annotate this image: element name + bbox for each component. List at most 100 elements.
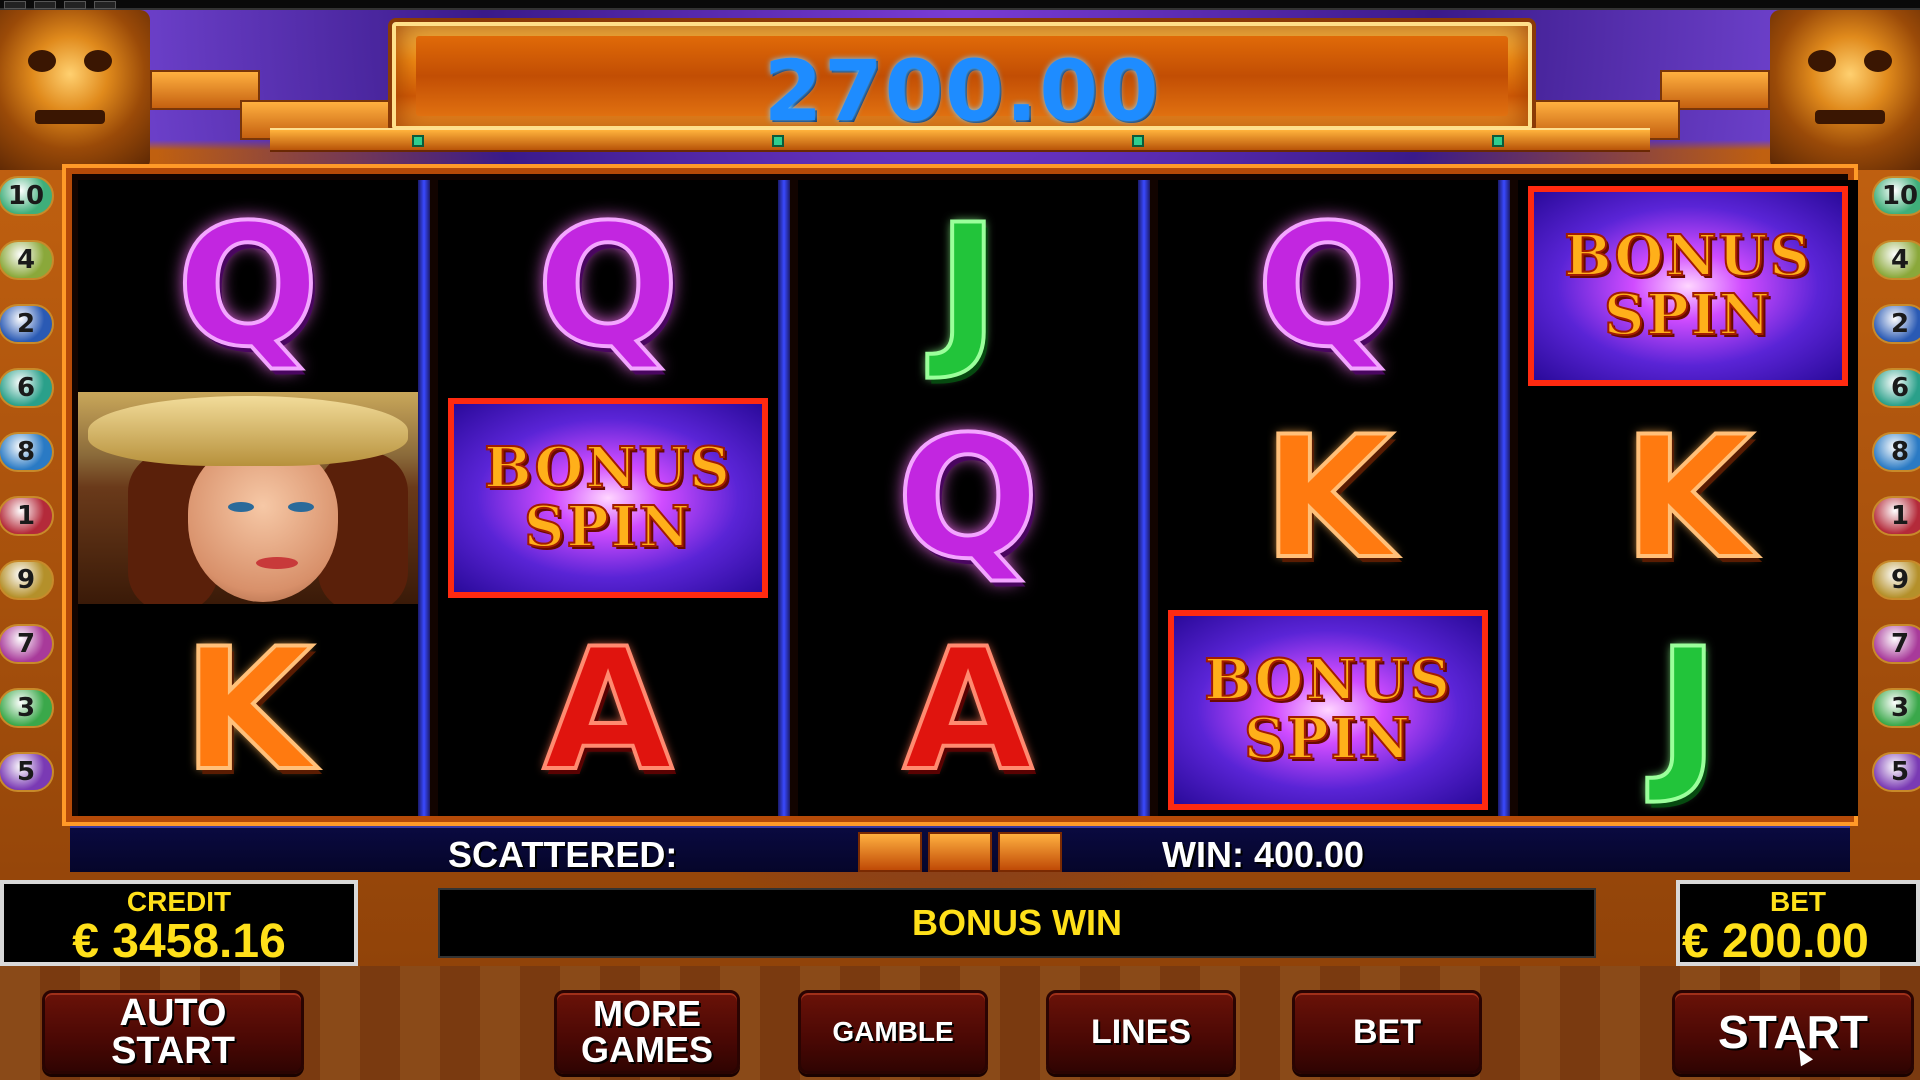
payline-number: 3 [1872, 688, 1920, 728]
card-symbol-k: K [181, 612, 315, 808]
reel-5: BONUS SPIN K J [1518, 180, 1858, 816]
card-symbol-j: J [935, 188, 1001, 384]
statue-eye [1808, 50, 1836, 72]
reel-cell: Q [438, 180, 778, 392]
reel-cell: J [1518, 604, 1858, 816]
bonus-symbol-line1: BONUS [1563, 223, 1812, 290]
reel-2: Q BONUS SPIN A [438, 180, 778, 816]
payline-number: 3 [0, 688, 54, 728]
scattered-label: SCATTERED: [448, 834, 678, 875]
system-icon [64, 1, 86, 9]
reel-cell: BONUS SPIN [438, 392, 778, 604]
bet-value: € 200.00 [1682, 915, 1869, 968]
reel-separator [418, 180, 430, 816]
scatter-icon [928, 832, 992, 872]
card-symbol-a: A [901, 612, 1035, 808]
auto-start-label-line2: START [111, 1030, 235, 1072]
bet-button[interactable]: BET [1292, 990, 1482, 1074]
bonus-symbol-line1: BONUS [483, 435, 732, 502]
payline-number: 5 [1872, 752, 1920, 792]
bonus-symbol-line2: SPIN [1603, 282, 1772, 348]
ledge-gem [772, 135, 784, 147]
gamble-button[interactable]: GAMBLE [798, 990, 988, 1074]
card-symbol-a: A [541, 612, 675, 808]
portrait-part [188, 442, 338, 602]
reel-cell: Q [1158, 180, 1498, 392]
portrait-part [256, 557, 298, 569]
jackpot-display: 2700.00 [392, 22, 1532, 140]
auto-start-label-line1: AUTO [119, 992, 227, 1034]
payline-number: 8 [0, 432, 54, 472]
payline-number: 7 [1872, 624, 1920, 664]
system-icon [34, 1, 56, 9]
reel-cell: K [1518, 392, 1858, 604]
bonus-spin-symbol: BONUS SPIN [448, 398, 768, 598]
bonus-spin-symbol: BONUS SPIN [1528, 186, 1848, 386]
gamble-label: GAMBLE [832, 1016, 954, 1047]
lines-label: LINES [1090, 1013, 1192, 1051]
statue-mouth [35, 110, 105, 124]
reel-cell [78, 392, 418, 604]
message-display: BONUS WIN [438, 888, 1596, 958]
card-symbol-q: Q [895, 400, 1042, 596]
payline-number: 6 [1872, 368, 1920, 408]
payline-number: 7 [0, 624, 54, 664]
payline-number: 10 [1872, 176, 1920, 216]
reel-4: Q K BONUS SPIN [1158, 180, 1498, 816]
card-symbol-k: K [1261, 400, 1395, 596]
slot-game-screen: 2700.00 Q K Q BONUS SPIN A J Q A Q K BONUS SPIN BONUS… [0, 0, 1920, 1080]
bonus-symbol-line1: BONUS [1203, 647, 1452, 714]
scatter-win-strip: SCATTERED: WIN: 400.00 [70, 826, 1850, 875]
reel-frame: Q K Q BONUS SPIN A J Q A Q K BONUS SPIN BONUS SPIN K J [66, 168, 1858, 822]
system-icon [94, 1, 116, 9]
reel-separator [1138, 180, 1150, 816]
payline-number: 5 [0, 752, 54, 792]
reel-cell: K [78, 604, 418, 816]
payline-number: 8 [1872, 432, 1920, 472]
aztec-statue-right [1770, 10, 1920, 170]
bonus-symbol-line2: SPIN [523, 494, 692, 560]
aztec-statue-left [0, 10, 150, 170]
ledge-gem [1492, 135, 1504, 147]
payline-number: 1 [1872, 496, 1920, 536]
bonus-spin-symbol: BONUS SPIN [1168, 610, 1488, 810]
win-amount: WIN: 400.00 [1162, 834, 1365, 875]
ledge-gem [1132, 135, 1144, 147]
ledge-gem [412, 135, 424, 147]
top-system-strip [0, 0, 1920, 10]
card-symbol-k: K [1621, 400, 1755, 596]
card-symbol-q: Q [175, 188, 322, 384]
reel-cell: A [798, 604, 1138, 816]
reel-cell: Q [78, 180, 418, 392]
portrait-part [228, 502, 254, 512]
scatter-icon [858, 832, 922, 872]
reel-cell: J [798, 180, 1138, 392]
reel-cell: Q [798, 392, 1138, 604]
scatter-icon [998, 832, 1062, 872]
reel-separator [1498, 180, 1510, 816]
portrait-part [288, 502, 314, 512]
credit-panel: CREDIT € 3458.16 [0, 880, 358, 968]
statue-mouth [1815, 110, 1885, 124]
statue-eye [1864, 50, 1892, 72]
payline-number: 10 [0, 176, 54, 216]
reel-1: QK [78, 180, 418, 816]
start-label: START [1718, 1006, 1868, 1058]
reel-cell: BONUS SPIN [1518, 180, 1858, 392]
bet-panel: BET € 200.00 [1676, 880, 1920, 968]
more-games-label-line2: GAMES [580, 1029, 713, 1070]
reel-cell: BONUS SPIN [1158, 604, 1498, 816]
reel-cell: K [1158, 392, 1498, 604]
lines-button[interactable]: LINES [1046, 990, 1236, 1074]
payline-number: 1 [0, 496, 54, 536]
bet-button-label: BET [1353, 1013, 1421, 1051]
reel-3: JQA [798, 180, 1138, 816]
start-button[interactable]: START [1672, 990, 1914, 1074]
payline-number: 6 [0, 368, 54, 408]
card-symbol-q: Q [1255, 188, 1402, 384]
more-games-button[interactable]: MORE GAMES [554, 990, 740, 1074]
payline-number: 2 [1872, 304, 1920, 344]
auto-start-button[interactable]: AUTO START [42, 990, 304, 1074]
payline-number: 4 [0, 240, 54, 280]
system-icon [4, 1, 26, 9]
